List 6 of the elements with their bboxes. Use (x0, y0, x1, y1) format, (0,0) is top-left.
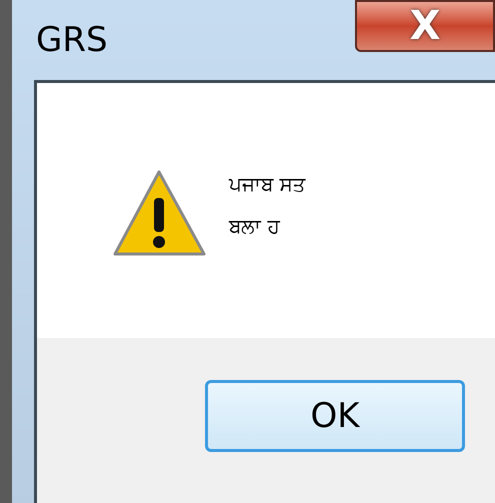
message-text: ਬਲਾ ਹ (229, 213, 281, 240)
warning-icon (112, 168, 207, 258)
close-button[interactable]: X (355, 0, 495, 52)
message-text: ਪਜਾਬ ਸਤ (229, 171, 306, 198)
window-title: GRS (36, 20, 108, 60)
ok-button[interactable]: OK (205, 380, 465, 452)
